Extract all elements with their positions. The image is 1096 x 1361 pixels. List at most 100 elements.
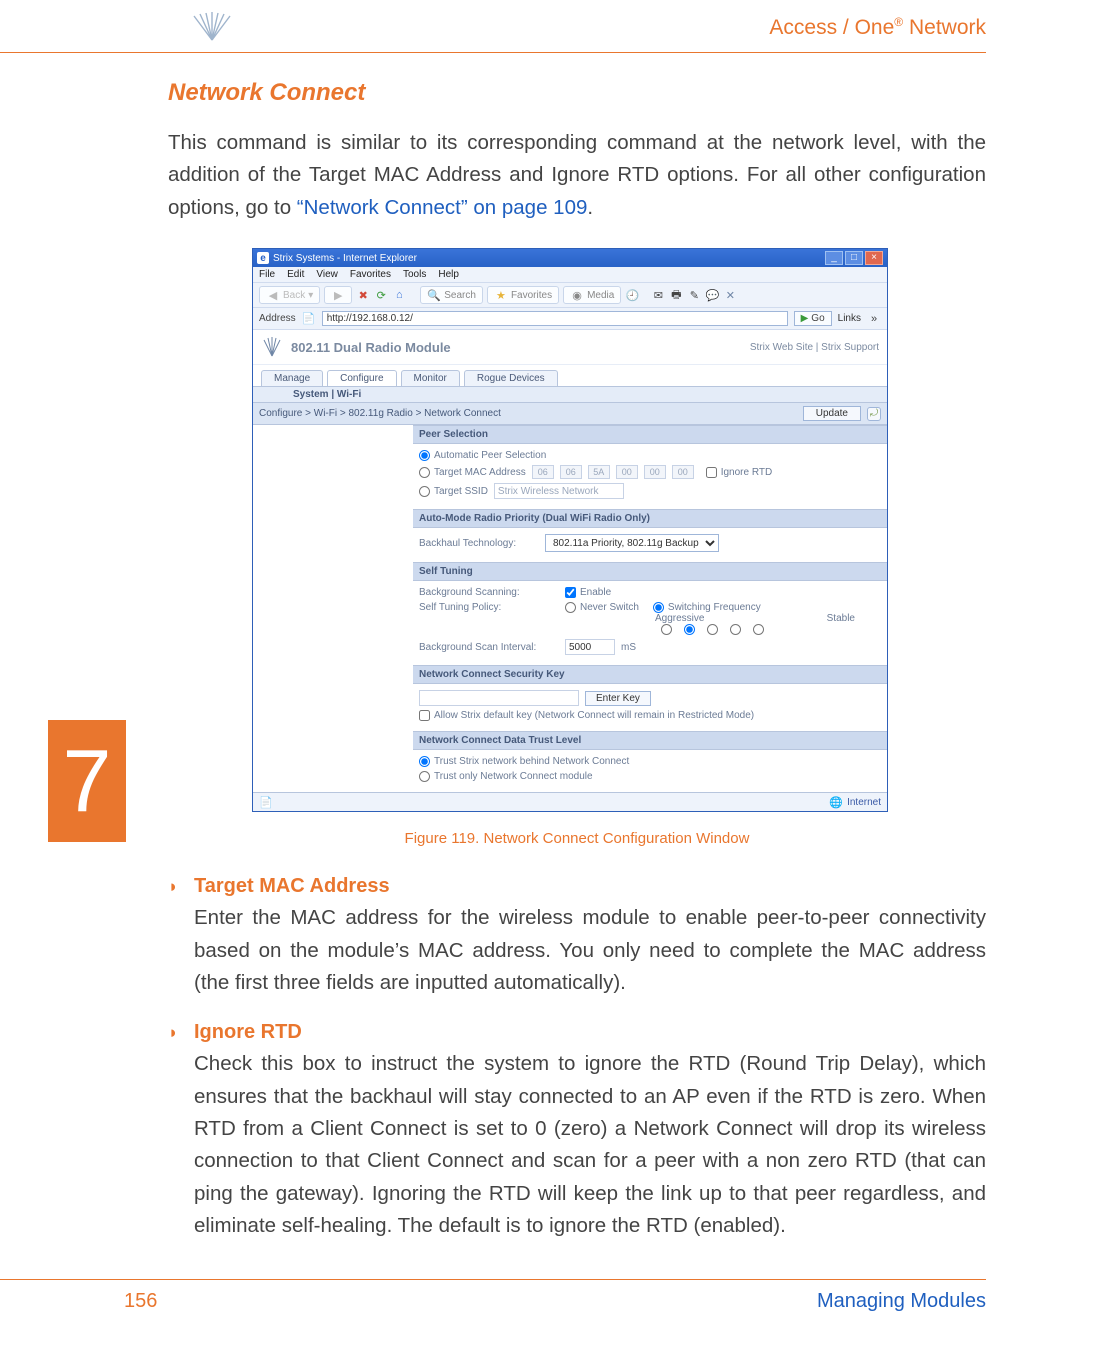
window-minimize-button[interactable]: _ xyxy=(825,251,843,265)
address-input[interactable] xyxy=(322,311,788,326)
security-key-input[interactable] xyxy=(419,690,579,706)
chapter-tab: 7 xyxy=(48,720,126,842)
favorites-button[interactable]: ★Favorites xyxy=(487,286,559,304)
group-self-tuning-title: Self Tuning xyxy=(413,562,887,581)
media-button[interactable]: ◉Media xyxy=(563,286,621,304)
header-right-links[interactable]: Strix Web Site | Strix Support xyxy=(750,342,879,353)
tab-manage[interactable]: Manage xyxy=(261,370,323,386)
forward-icon: ▶ xyxy=(331,288,345,302)
go-button[interactable]: ▶Go xyxy=(794,311,832,326)
tab-bar: Manage Configure Monitor Rogue Devices xyxy=(253,365,887,387)
menubar: File Edit View Favorites Tools Help xyxy=(253,267,887,282)
intro-post: . xyxy=(587,196,593,219)
screenshot-window: e Strix Systems - Internet Explorer _ □ … xyxy=(252,248,888,812)
star-icon: ★ xyxy=(494,288,508,302)
backhaul-select[interactable]: 802.11a Priority, 802.11g Backup xyxy=(545,534,719,552)
section-title: Network Connect xyxy=(168,79,986,107)
internet-zone-icon: 🌐 xyxy=(829,795,843,809)
status-internet: Internet xyxy=(847,797,881,808)
mac-field-0[interactable] xyxy=(532,465,554,479)
menu-favorites[interactable]: Favorites xyxy=(350,269,391,280)
search-icon: 🔍 xyxy=(427,288,441,302)
page-icon: 📄 xyxy=(302,312,316,326)
history-icon[interactable]: 🕘 xyxy=(625,288,639,302)
checkbox-allow-default-key[interactable]: Allow Strix default key (Network Connect… xyxy=(419,710,754,721)
backhaul-label: Backhaul Technology: xyxy=(419,538,539,549)
home-icon[interactable]: ⌂ xyxy=(392,288,406,302)
done-icon: 📄 xyxy=(259,795,273,809)
discuss-icon[interactable]: 💬 xyxy=(705,288,719,302)
radio-switching-frequency[interactable]: Switching Frequency xyxy=(653,602,761,613)
footer-section: Managing Modules xyxy=(817,1290,986,1313)
search-button[interactable]: 🔍Search xyxy=(420,286,483,304)
update-button[interactable]: Update xyxy=(803,406,861,421)
menu-help[interactable]: Help xyxy=(438,269,459,280)
mail-icon[interactable]: ✉ xyxy=(651,288,665,302)
radio-target-mac[interactable]: Target MAC Address xyxy=(419,467,526,478)
tab-rogue-devices[interactable]: Rogue Devices xyxy=(464,370,558,386)
chapter-number: 7 xyxy=(63,737,112,825)
mac-field-4[interactable] xyxy=(644,465,666,479)
radio-automatic-peer[interactable]: Automatic Peer Selection xyxy=(419,450,546,461)
ie-icon: e xyxy=(257,252,269,264)
tune-dot-5[interactable] xyxy=(753,624,764,635)
scan-interval-unit: mS xyxy=(621,642,636,653)
menu-view[interactable]: View xyxy=(316,269,338,280)
collapse-icon[interactable]: ⤾ xyxy=(867,407,881,421)
tune-dot-1[interactable] xyxy=(661,624,672,635)
list-item: Ignore RTD Check this box to instruct th… xyxy=(194,1021,986,1242)
page-footer: 156 Managing Modules xyxy=(0,1279,986,1313)
edit-icon[interactable]: ✎ xyxy=(687,288,701,302)
enter-key-button[interactable]: Enter Key xyxy=(585,691,651,706)
option-body-ignore-rtd: Check this box to instruct the system to… xyxy=(194,1048,986,1242)
scan-interval-input[interactable] xyxy=(565,639,615,655)
print-icon[interactable]: 🖶 xyxy=(669,288,683,302)
refresh-icon[interactable]: ⟳ xyxy=(374,288,388,302)
app-header: 802.11 Dual Radio Module Strix Web Site … xyxy=(253,330,887,365)
radio-target-ssid[interactable]: Target SSID xyxy=(419,486,488,497)
target-ssid-input[interactable] xyxy=(494,483,624,499)
window-maximize-button[interactable]: □ xyxy=(845,251,863,265)
module-badge-icon xyxy=(261,336,283,358)
scan-interval-label: Background Scan Interval: xyxy=(419,642,559,653)
group-trust-level-title: Network Connect Data Trust Level xyxy=(413,731,887,750)
tune-dot-2[interactable] xyxy=(684,624,695,635)
mac-field-2[interactable] xyxy=(588,465,610,479)
menu-tools[interactable]: Tools xyxy=(403,269,426,280)
mac-field-3[interactable] xyxy=(616,465,638,479)
back-button[interactable]: ◀Back ▾ xyxy=(259,286,320,304)
window-close-button[interactable]: × xyxy=(865,251,883,265)
tab-configure[interactable]: Configure xyxy=(327,370,396,386)
tune-dot-4[interactable] xyxy=(730,624,741,635)
sub-tab-bar[interactable]: System | Wi-Fi xyxy=(253,387,887,403)
stop-icon[interactable]: ✖ xyxy=(356,288,370,302)
tune-dot-3[interactable] xyxy=(707,624,718,635)
mac-field-1[interactable] xyxy=(560,465,582,479)
tab-monitor[interactable]: Monitor xyxy=(401,370,460,386)
menu-file[interactable]: File xyxy=(259,269,275,280)
window-title: Strix Systems - Internet Explorer xyxy=(273,253,417,264)
address-label: Address xyxy=(259,313,296,324)
label-aggressive: Aggressive xyxy=(655,613,704,624)
strix-logo-icon xyxy=(190,12,234,42)
xref-network-connect[interactable]: “Network Connect” on page 109 xyxy=(297,196,588,219)
strix-toolbar-icon[interactable]: ✕ xyxy=(723,288,737,302)
group-peer-selection-title: Peer Selection xyxy=(413,425,887,444)
radio-trust-network[interactable]: Trust Strix network behind Network Conne… xyxy=(419,756,629,767)
checkbox-ignore-rtd[interactable]: Ignore RTD xyxy=(706,467,773,478)
radio-never-switch[interactable]: Never Switch xyxy=(565,602,639,613)
option-body-target-mac: Enter the MAC address for the wireless m… xyxy=(194,902,986,999)
window-titlebar: e Strix Systems - Internet Explorer _ □ … xyxy=(253,249,887,267)
links-chevron-icon[interactable]: » xyxy=(867,312,881,326)
breadcrumb: Configure > Wi-Fi > 802.11g Radio > Netw… xyxy=(259,408,501,419)
checkbox-enable-scan[interactable]: Enable xyxy=(565,587,611,598)
forward-button[interactable]: ▶ xyxy=(324,286,352,304)
mac-field-5[interactable] xyxy=(672,465,694,479)
status-bar: 📄 🌐 Internet xyxy=(253,792,887,811)
go-icon: ▶ xyxy=(801,313,809,324)
links-label[interactable]: Links xyxy=(838,313,861,324)
option-title-target-mac: Target MAC Address xyxy=(194,875,986,898)
radio-trust-only-module[interactable]: Trust only Network Connect module xyxy=(419,771,593,782)
menu-edit[interactable]: Edit xyxy=(287,269,304,280)
page-header: Access / One® Network xyxy=(0,0,986,53)
